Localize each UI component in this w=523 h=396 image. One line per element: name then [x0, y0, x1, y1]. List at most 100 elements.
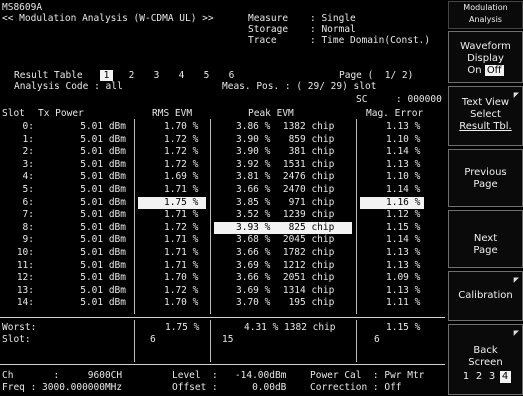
- peak-evm-cell: 3.90 % 381 chip: [236, 146, 335, 158]
- slot-cell: 5:: [22, 183, 34, 195]
- peak-evm-cell: 3.66 % 2051 chip: [236, 272, 335, 284]
- back-screen-key[interactable]: ◤ Back Screen 1234: [448, 324, 523, 395]
- tx-power-cell: 5.01 dBm: [80, 246, 126, 258]
- result-page-tab[interactable]: 2: [125, 70, 138, 81]
- offset-readout: Offset : 0.00dB: [172, 382, 287, 393]
- softkey-menu-title: Modulation Analysis: [448, 1, 523, 29]
- worst-slot-label: Slot:: [2, 334, 31, 345]
- rms-evm-cell: 1.72 %: [164, 133, 199, 145]
- mag-error-cell: 1.13 %: [386, 121, 421, 132]
- slot-cell: 2:: [22, 146, 34, 158]
- power-cal-readout: Power Cal : Pwr Mtr: [310, 370, 425, 381]
- header-setting-value: : Single: [310, 13, 356, 24]
- tx-power-cell: 5.01 dBm: [80, 284, 126, 296]
- slot-cell: 7:: [22, 209, 34, 221]
- calibration-key[interactable]: ◤ Calibration: [448, 271, 523, 321]
- next-page-key[interactable]: Next Page: [448, 210, 523, 268]
- submenu-indicator-icon: ◤: [513, 329, 519, 337]
- worst-mag-error: 1.15 %: [386, 322, 421, 333]
- tx-power-cell: 5.01 dBm: [80, 196, 126, 208]
- result-page-tab[interactable]: 1: [100, 70, 113, 81]
- tx-power-cell: 5.01 dBm: [80, 234, 126, 246]
- peak-evm-cell: 3.66 % 1782 chip: [236, 246, 335, 258]
- peak-evm-cell: 3.52 % 1239 chip: [236, 209, 335, 221]
- mag-error-cell: 1.16 %: [360, 196, 424, 210]
- channel-readout: Ch : 9600CH: [2, 370, 123, 381]
- mag-error-cell: 1.13 %: [386, 259, 421, 271]
- frequency-readout: Freq : 3000.000000MHz: [2, 382, 123, 393]
- tx-power-cell: 5.01 dBm: [80, 272, 126, 284]
- rms-evm-cell: 1.71 %: [164, 246, 199, 258]
- result-page-tab[interactable]: 5: [200, 70, 213, 81]
- col-header-peak-evm: Peak EVM: [248, 108, 294, 119]
- header-setting-label: Trace: [248, 35, 277, 46]
- col-header-mag-error: Mag. Error: [366, 108, 424, 119]
- mag-error-column: 1.13 % 1.10 % 1.14 % 1.13 % 1.10 % 1.14 % 1.16…: [360, 121, 424, 310]
- mag-error-cell: 1.10 %: [386, 171, 421, 183]
- page-indicator: Page ( 1/ 2): [339, 70, 414, 81]
- peak-evm-cell: 3.92 % 1531 chip: [236, 158, 335, 170]
- peak-evm-cell: 3.69 % 1212 chip: [236, 259, 335, 271]
- mag-error-cell: 1.13 %: [386, 284, 421, 296]
- slot-cell: 0:: [22, 121, 34, 132]
- softkey-panel: Modulation Analysis Waveform Display On …: [446, 0, 523, 396]
- correction-readout: Correction : Off: [310, 382, 402, 393]
- slot-cell: 13:: [16, 284, 34, 296]
- scrambling-code: SC : 000000: [356, 94, 442, 105]
- header-setting-value: : Time Domain(Const.): [310, 35, 431, 46]
- tx-power-column: 5.01 dBm 5.01 dBm 5.01 dBm 5.01 dBm 5.01 dBm…: [58, 121, 126, 310]
- tx-power-cell: 5.01 dBm: [80, 221, 126, 233]
- rms-evm-cell: 1.72 %: [164, 158, 199, 170]
- peak-evm-cell: 3.70 % 195 chip: [236, 297, 335, 309]
- col-header-rms-evm: RMS EVM: [152, 108, 193, 119]
- mag-error-cell: 1.09 %: [386, 272, 421, 284]
- result-page-tab[interactable]: 4: [175, 70, 188, 81]
- screen-title: << Modulation Analysis (W-CDMA UL) >>: [2, 13, 214, 24]
- submenu-indicator-icon: ◤: [513, 91, 519, 99]
- tx-power-cell: 5.01 dBm: [80, 259, 126, 271]
- worst-label: Worst:: [2, 322, 37, 333]
- mag-error-cell: 1.12 %: [386, 209, 421, 221]
- previous-page-key[interactable]: Previous Page: [448, 149, 523, 207]
- slot-cell: 11:: [16, 259, 34, 271]
- col-header-tx-power: Tx Power: [38, 108, 84, 119]
- measurement-screen: MS8609A << Modulation Analysis (W-CDMA U…: [0, 0, 445, 396]
- peak-evm-cell: 3.93 % 825 chip: [214, 221, 352, 235]
- tx-power-cell: 5.01 dBm: [80, 183, 126, 195]
- peak-evm-cell: 3.86 % 1382 chip: [236, 121, 335, 132]
- peak-evm-cell: 3.69 % 1314 chip: [236, 284, 335, 296]
- mag-error-cell: 1.10 %: [386, 133, 421, 145]
- screen-number: 4: [499, 371, 511, 383]
- waveform-display-key[interactable]: Waveform Display On Off: [448, 31, 523, 83]
- header-setting-label: Storage: [248, 24, 289, 35]
- rms-evm-cell: 1.72 %: [164, 146, 199, 158]
- level-readout: Level : -14.00dBm: [172, 370, 287, 381]
- screen-number: 3: [488, 371, 496, 382]
- rms-evm-cell: 1.70 %: [164, 121, 199, 132]
- header-setting-label: Measure: [248, 13, 289, 24]
- rms-evm-cell: 1.71 %: [164, 209, 199, 221]
- result-table-label: Result Table: [14, 70, 83, 81]
- result-page-tab[interactable]: 3: [150, 70, 163, 81]
- tx-power-cell: 5.01 dBm: [80, 209, 126, 221]
- rms-evm-cell: 1.71 %: [164, 183, 199, 195]
- slot-cell: 1:: [22, 133, 34, 145]
- model-label: MS8609A: [2, 2, 43, 13]
- text-view-select-key[interactable]: ◤ Text View Select Result Tbl.: [448, 86, 523, 146]
- slot-cell: 4:: [22, 171, 34, 183]
- mag-error-cell: 1.15 %: [386, 221, 421, 233]
- submenu-indicator-icon: ◤: [513, 276, 519, 284]
- tx-power-cell: 5.01 dBm: [80, 121, 126, 132]
- tx-power-cell: 5.01 dBm: [80, 297, 126, 309]
- result-page-tab[interactable]: 6: [225, 70, 238, 81]
- peak-evm-cell: 3.68 % 2045 chip: [236, 234, 335, 246]
- result-page-tabs: 1 2 3 4 5 6: [100, 70, 250, 81]
- slot-cell: 8:: [22, 221, 34, 233]
- rms-evm-cell: 1.69 %: [164, 171, 199, 183]
- peak-evm-cell: 3.66 % 2470 chip: [236, 183, 335, 195]
- tx-power-cell: 5.01 dBm: [80, 146, 126, 158]
- worst-peak-evm: 4.31 % 1382 chip: [244, 322, 336, 333]
- worst-rms-slot: 6: [150, 334, 156, 345]
- tx-power-cell: 5.01 dBm: [80, 133, 126, 145]
- tx-power-cell: 5.01 dBm: [80, 171, 126, 183]
